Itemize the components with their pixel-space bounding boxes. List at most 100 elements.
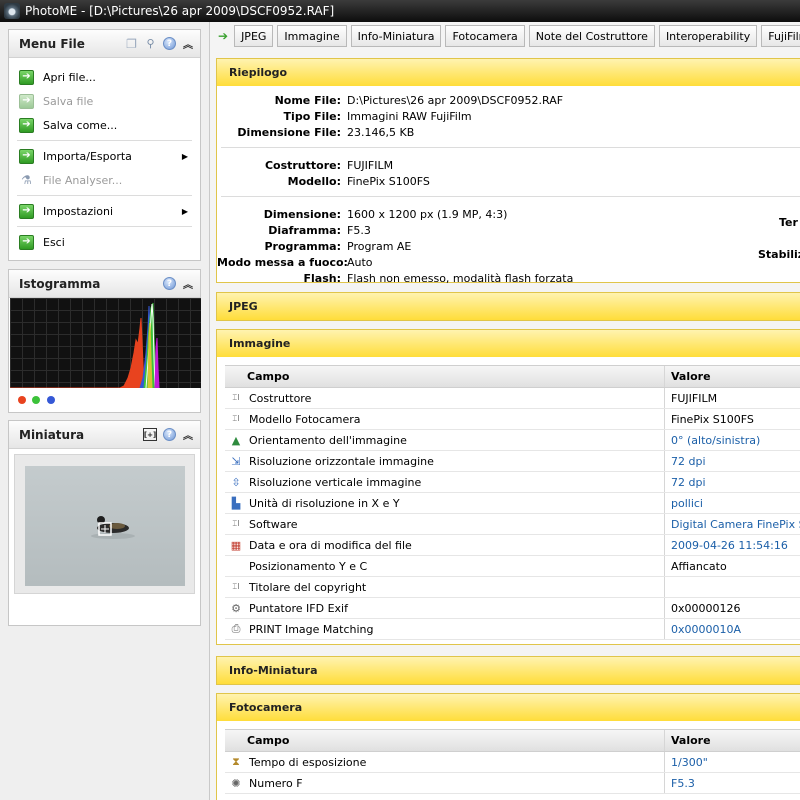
table-row[interactable]: ⧗ Tempo di esposizione 1/300": [225, 752, 800, 773]
table-row[interactable]: ▙ Unità di risoluzione in X e Y pollici: [225, 493, 800, 514]
menu-item-salva-come[interactable]: ➔ Salva come...: [9, 113, 200, 137]
thumbnail-image[interactable]: [25, 466, 185, 586]
info-miniatura-header[interactable]: Info-Miniatura: [217, 657, 800, 684]
fit-frame-icon[interactable]: [+]: [143, 428, 157, 441]
menu-item-label: Salva file: [43, 94, 94, 108]
tab-jpeg[interactable]: JPEG: [234, 25, 274, 47]
menu-item-file-analyser[interactable]: ⚗ File Analyser...: [9, 168, 200, 192]
campo-cell: ⌶I Costruttore: [225, 388, 665, 408]
immagine-header[interactable]: Immagine: [217, 330, 800, 357]
summary-separator: [221, 147, 800, 148]
arrow-right-icon: ➔: [19, 93, 34, 109]
arrow-right-icon: ➔: [19, 148, 34, 164]
valore-column-header[interactable]: Valore: [665, 370, 800, 383]
red-channel-toggle[interactable]: [18, 396, 26, 404]
fotocamera-header[interactable]: Fotocamera: [217, 694, 800, 721]
menu-item-apri-file[interactable]: ➔ Apri file...: [9, 65, 200, 89]
valore-column-header[interactable]: Valore: [665, 734, 800, 747]
table-row[interactable]: ⌶I Costruttore FUJIFILM: [225, 388, 800, 409]
help-icon[interactable]: ?: [163, 277, 176, 290]
table-row[interactable]: ⚙ Puntatore IFD Exif 0x00000126: [225, 598, 800, 619]
campo-text: Orientamento dell'immagine: [249, 433, 407, 447]
collapse-chevron-icon[interactable]: ︽: [182, 36, 194, 51]
summary-value: F5.3: [347, 223, 371, 237]
collapse-chevron-icon[interactable]: ︽: [182, 276, 194, 291]
search-icon[interactable]: ⚲: [144, 37, 157, 50]
summary-header[interactable]: Riepilogo: [217, 59, 800, 86]
tab-immagine[interactable]: Immagine: [277, 25, 347, 47]
help-icon[interactable]: ?: [163, 428, 176, 441]
valore-cell[interactable]: Digital Camera FinePix S100FS: [665, 518, 800, 531]
copy-icon[interactable]: ❐: [125, 37, 138, 51]
campo-text: Risoluzione orizzontale immagine: [249, 454, 434, 468]
valore-cell[interactable]: 1/300": [665, 756, 800, 769]
collapse-chevron-icon[interactable]: ︽: [182, 427, 194, 442]
jpeg-header[interactable]: JPEG: [217, 293, 800, 320]
campo-text: Modello Fotocamera: [249, 412, 361, 426]
campo-column-header[interactable]: Campo: [225, 730, 665, 751]
tab-fotocamera[interactable]: Fotocamera: [445, 25, 525, 47]
submenu-arrow-icon: ▶: [181, 151, 188, 161]
tab-info-miniatura[interactable]: Info-Miniatura: [350, 25, 442, 47]
menu-item-salva-file[interactable]: ➔ Salva file: [9, 89, 200, 113]
campo-text: Titolare del copyright: [249, 580, 367, 594]
campo-column-header[interactable]: Campo: [225, 366, 665, 387]
forward-arrow-icon[interactable]: ➔: [218, 28, 228, 44]
section-tab-bar: ➔ JPEG Immagine Info-Miniatura Fotocamera No…: [210, 22, 800, 50]
table-row[interactable]: ⌶I Titolare del copyright: [225, 577, 800, 598]
valore-cell[interactable]: 2009-04-26 11:54:16: [665, 539, 800, 552]
campo-text: Tempo di esposizione: [249, 755, 367, 769]
summary-value: Flash non emesso, modalità flash forzata: [347, 271, 574, 285]
blank-icon: [229, 559, 243, 573]
tab-fujifilm-raw-format[interactable]: FujiFilm RAW Format: [761, 25, 800, 47]
vertical-resolution-icon: ⇳: [231, 475, 241, 489]
table-row[interactable]: ▲ Orientamento dell'immagine 0° (alto/sini…: [225, 430, 800, 451]
summary-section: Riepilogo Nome File: D:\Pictures\26 apr 2…: [216, 58, 800, 285]
menu-item-impostazioni[interactable]: ➔ Impostazioni ▶: [9, 199, 200, 223]
valore-cell[interactable]: 0x0000010A: [665, 623, 800, 636]
summary-row: Dimensione File: 23.146,5 KB: [217, 124, 800, 140]
tab-list: JPEG Immagine Info-Miniatura Fotocamera Note…: [234, 25, 800, 47]
summary-label: Modello:: [287, 174, 341, 188]
green-channel-toggle[interactable]: [32, 396, 40, 404]
valore-cell[interactable]: 72 dpi: [665, 476, 800, 489]
table-row[interactable]: ⇲ Risoluzione orizzontale immagine 72 dpi: [225, 451, 800, 472]
file-menu-title: Menu File: [19, 36, 85, 51]
summary-value: Program AE: [347, 239, 412, 253]
campo-cell: ▦ Data e ora di modifica del file: [225, 535, 665, 555]
summary-row: Tipo File: Immagini RAW FujiFilm: [217, 108, 800, 124]
campo-cell: ⌶I Software: [225, 514, 665, 534]
help-icon[interactable]: ?: [163, 37, 176, 50]
valore-cell[interactable]: 0° (alto/sinistra): [665, 434, 800, 447]
text-field-icon: ⌶I: [232, 582, 240, 591]
tab-note-del-costruttore[interactable]: Note del Costruttore: [528, 25, 655, 47]
title-bar: PhotoME - [D:\Pictures\26 apr 2009\DSCF0…: [0, 0, 800, 22]
table-row[interactable]: Posizionamento Y e C Affiancato: [225, 556, 800, 577]
hourglass-icon: ⧗: [232, 755, 240, 768]
menu-item-esci[interactable]: ➔ Esci: [9, 230, 200, 254]
calendar-icon: ▦: [230, 538, 242, 552]
table-row[interactable]: ⌶I Software Digital Camera FinePix S100FS: [225, 514, 800, 535]
valore-cell[interactable]: F5.3: [665, 777, 800, 790]
valore-cell[interactable]: 72 dpi: [665, 455, 800, 468]
blue-channel-toggle[interactable]: [47, 396, 55, 404]
table-row[interactable]: ⌶I Modello Fotocamera FinePix S100FS: [225, 409, 800, 430]
table-row[interactable]: ▦ Data e ora di modifica del file 2009-04-…: [225, 535, 800, 556]
arrow-right-icon: ➔: [19, 203, 34, 219]
campo-cell: ⚙ Puntatore IFD Exif: [225, 598, 665, 618]
campo-text: Posizionamento Y e C: [249, 559, 368, 573]
histogram-curves: [10, 302, 160, 388]
tab-interoperability[interactable]: Interoperability: [658, 25, 758, 47]
text-field-icon: ⌶I: [232, 393, 240, 402]
menu-item-label: Importa/Esporta: [43, 149, 132, 163]
summary-label: Diaframma:: [268, 223, 341, 237]
summary-row: Dimensione: 1600 x 1200 px (1.9 MP, 4:3): [217, 206, 800, 222]
menu-item-importa-esporta[interactable]: ➔ Importa/Esporta ▶: [9, 144, 200, 168]
table-row[interactable]: ⇳ Risoluzione verticale immagine 72 dpi: [225, 472, 800, 493]
table-row[interactable]: ⎙ PRINT Image Matching 0x0000010A: [225, 619, 800, 640]
histogram-graph: [10, 298, 201, 388]
table-row[interactable]: ✺ Numero F F5.3: [225, 773, 800, 794]
menu-item-label: Salva come...: [43, 118, 118, 132]
summary-label: Flash:: [303, 271, 342, 285]
valore-cell[interactable]: pollici: [665, 497, 800, 510]
